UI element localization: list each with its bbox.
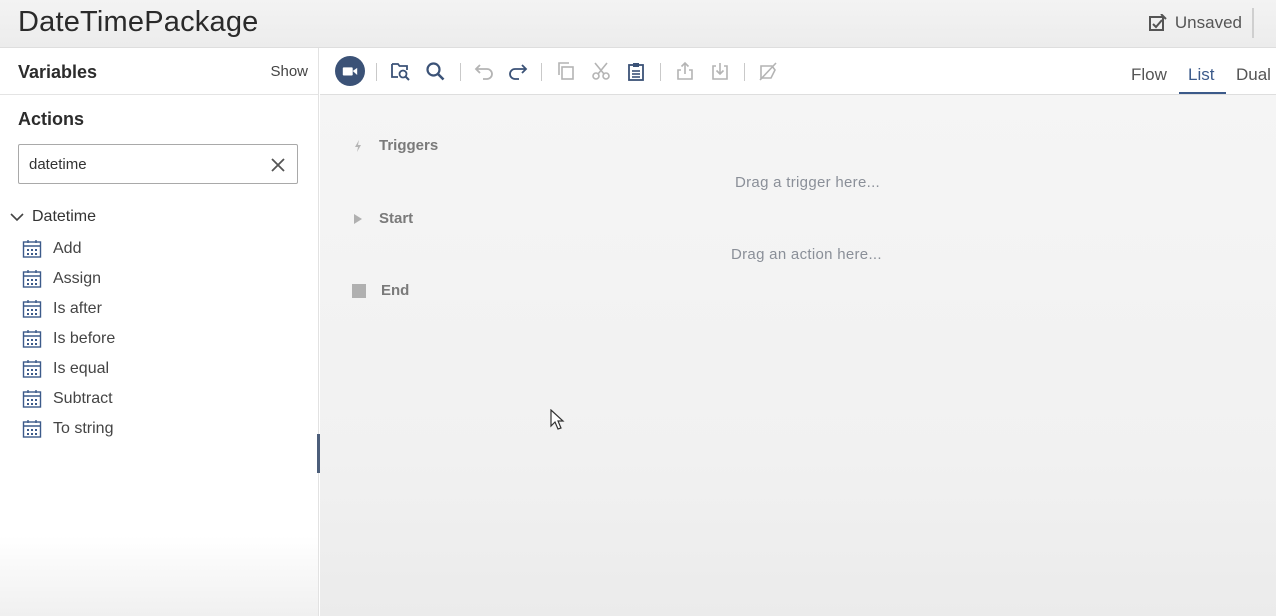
action-label: Is equal: [53, 360, 110, 377]
calendar-icon: [22, 240, 42, 258]
workflow-canvas[interactable]: Triggers Drag a trigger here... Start Dr…: [320, 95, 1276, 616]
cut-button[interactable]: [586, 56, 616, 86]
search-icon: [426, 62, 445, 81]
datetime-group-header[interactable]: Datetime: [10, 208, 96, 226]
video-camera-icon: [342, 67, 358, 76]
clipboard-icon: [628, 63, 644, 81]
save-status-label: Unsaved: [1174, 13, 1242, 32]
editor-toolbar: Flow List Dual: [320, 48, 1276, 95]
calendar-icon: [22, 360, 42, 378]
action-label: Add: [53, 240, 82, 257]
import-button[interactable]: [705, 56, 735, 86]
toolbar-separator: [660, 63, 661, 81]
unsaved-icon: [1148, 14, 1167, 31]
tab-flow[interactable]: Flow: [1131, 65, 1167, 85]
action-label: Is after: [53, 300, 102, 317]
left-panel: Variables Show Actions Datetime Add Assi…: [0, 48, 319, 616]
variables-header: Variables Show: [0, 48, 318, 95]
action-search-input[interactable]: [29, 154, 259, 174]
play-icon: [354, 213, 362, 224]
actions-title: Actions: [18, 109, 85, 129]
paste-button[interactable]: [621, 56, 651, 86]
action-item-is-equal[interactable]: Is equal: [22, 354, 115, 384]
calendar-icon: [22, 330, 42, 348]
search-button[interactable]: [420, 56, 450, 86]
find-in-document-button[interactable]: [385, 56, 415, 86]
record-button[interactable]: [335, 56, 365, 86]
action-item-subtract[interactable]: Subtract: [22, 384, 115, 414]
trigger-drop-zone[interactable]: Drag a trigger here...: [735, 174, 880, 191]
action-item-to-string[interactable]: To string: [22, 414, 115, 444]
tab-dual[interactable]: Dual: [1236, 65, 1271, 85]
lightning-icon: [355, 139, 361, 152]
toolbar-separator: [541, 63, 542, 81]
triggers-label: Triggers: [379, 137, 439, 154]
redo-button[interactable]: [503, 56, 533, 86]
find-in-document-icon: [391, 63, 410, 81]
end-label: End: [381, 282, 410, 299]
calendar-icon: [22, 420, 42, 438]
mouse-cursor-icon: [550, 409, 565, 430]
chevron-down-icon: [10, 213, 24, 222]
export-button[interactable]: [670, 56, 700, 86]
action-label: Is before: [53, 330, 116, 347]
calendar-icon: [22, 270, 42, 288]
variables-title: Variables: [18, 62, 98, 82]
start-section[interactable]: Start: [352, 210, 413, 227]
toolbar-separator: [744, 63, 745, 81]
calendar-icon: [22, 390, 42, 408]
download-icon: [712, 63, 728, 80]
redo-icon: [509, 64, 528, 80]
clear-search-icon[interactable]: [269, 156, 287, 174]
action-item-is-before[interactable]: Is before: [22, 324, 115, 354]
scissors-icon: [592, 62, 610, 80]
tab-list[interactable]: List: [1188, 65, 1214, 85]
action-search-box[interactable]: [18, 144, 298, 184]
disable-icon: [759, 62, 777, 81]
action-list: Add Assign Is after Is before Is equal S…: [22, 234, 115, 444]
action-label: Assign: [53, 270, 102, 287]
action-item-add[interactable]: Add: [22, 234, 115, 264]
end-section[interactable]: End: [352, 282, 409, 299]
undo-icon: [474, 64, 493, 80]
action-label: Subtract: [53, 390, 113, 407]
upload-icon: [677, 61, 693, 80]
toolbar-separator: [376, 63, 377, 81]
group-label: Datetime: [32, 208, 97, 225]
calendar-icon: [22, 300, 42, 318]
page-title: DateTimePackage: [18, 6, 259, 38]
action-drop-zone[interactable]: Drag an action here...: [731, 246, 882, 263]
toolbar-separator: [460, 63, 461, 81]
save-status[interactable]: Unsaved: [1148, 13, 1242, 33]
disable-action-button[interactable]: [753, 56, 783, 86]
stop-icon: [352, 283, 366, 298]
triggers-section[interactable]: Triggers: [352, 137, 438, 154]
action-item-assign[interactable]: Assign: [22, 264, 115, 294]
app-header: DateTimePackage Unsaved: [0, 0, 1276, 48]
active-tab-indicator: [1179, 92, 1226, 94]
variables-show-button[interactable]: Show: [270, 63, 308, 80]
action-item-is-after[interactable]: Is after: [22, 294, 115, 324]
start-label: Start: [379, 210, 414, 227]
copy-button[interactable]: [551, 56, 581, 86]
header-divider: [1252, 8, 1254, 38]
copy-icon: [558, 62, 574, 80]
undo-button[interactable]: [469, 56, 499, 86]
action-label: To string: [53, 420, 114, 437]
